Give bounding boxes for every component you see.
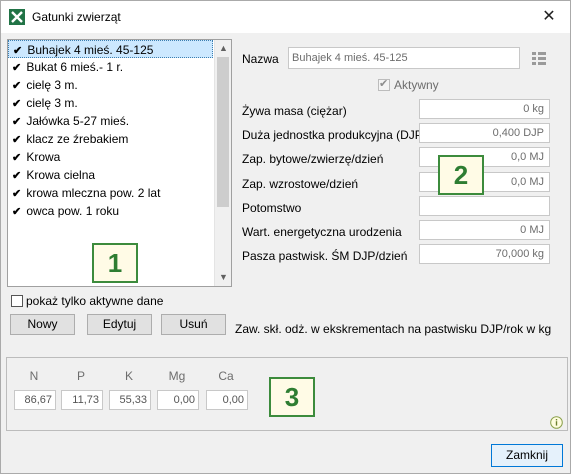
list-item[interactable]: ✔ Jałówka 5-27 mieś. — [8, 112, 213, 130]
check-icon: ✔ — [12, 134, 22, 146]
window-title: Gatunki zwierząt — [32, 10, 121, 24]
delete-button[interactable]: Usuń — [161, 314, 226, 335]
new-button[interactable]: Nowy — [10, 314, 75, 335]
list-item[interactable]: ✔ cielę 3 m. — [8, 76, 213, 94]
nutrient-value-mg[interactable]: 0,00 — [157, 390, 199, 410]
list-item[interactable]: ✔ Bukat 6 mieś.- 1 r. — [8, 58, 213, 76]
check-icon: ✔ — [12, 62, 22, 74]
nutrient-header-p: P — [76, 369, 85, 383]
offspring-label: Potomstwo — [242, 201, 302, 215]
list-item-label: krowa mleczna pow. 2 lat — [26, 186, 161, 200]
list-item[interactable]: ✔ klacz ze źrebakiem — [8, 130, 213, 148]
list-item[interactable]: ✔ owca pow. 1 roku — [8, 202, 213, 220]
list-item-label: Bukat 6 mieś.- 1 r. — [26, 60, 124, 74]
nutrient-value-p[interactable]: 11,73 — [61, 390, 103, 410]
djp-label: Duża jednostka produkcyjna (DJP) — [242, 128, 427, 142]
check-icon: ✔ — [12, 152, 22, 164]
scroll-up-icon[interactable]: ▲ — [215, 40, 232, 57]
pasture-feed-field[interactable]: 70,000 kg — [419, 244, 550, 264]
maintenance-need-label: Zap. bytowe/zwierzę/dzień — [242, 152, 384, 166]
list-scrollbar[interactable]: ▲ ▼ — [214, 40, 231, 286]
scroll-down-icon[interactable]: ▼ — [215, 269, 232, 286]
nutrient-value-n[interactable]: 86,67 — [14, 390, 56, 410]
list-item[interactable]: ✔ Krowa — [8, 148, 213, 166]
list-item[interactable]: ✔ Buhajek 4 mieś. 45-125 — [8, 40, 213, 58]
badge-1: 1 — [92, 243, 138, 283]
list-item[interactable]: ✔ cielę 3 m. — [8, 94, 213, 112]
live-weight-label: Żywa masa (ciężar) — [242, 104, 347, 118]
birth-energy-field[interactable]: 0 MJ — [419, 220, 550, 240]
name-field[interactable]: Buhajek 4 mieś. 45-125 — [288, 47, 520, 69]
list-item[interactable]: ✔ krowa mleczna pow. 2 lat — [8, 184, 213, 202]
badge-3: 3 — [269, 377, 315, 417]
excrement-note: Zaw. skł. odż. w ekskrementach na pastwi… — [235, 322, 552, 336]
list-item-label: Jałówka 5-27 mieś. — [26, 114, 130, 128]
check-icon: ✔ — [12, 170, 22, 182]
list-item-label: Krowa cielna — [26, 168, 96, 182]
check-icon: ✔ — [12, 188, 22, 200]
nutrient-value-ca[interactable]: 0,00 — [206, 390, 248, 410]
active-label: Aktywny — [394, 78, 439, 92]
list-item-label: Krowa — [26, 150, 61, 164]
nutrient-header-n: N — [29, 369, 39, 383]
list-item-label: Buhajek 4 mieś. 45-125 — [27, 43, 154, 57]
close-icon[interactable]: ✕ — [538, 6, 560, 28]
title-bar: Gatunki zwierząt ✕ — [1, 1, 570, 33]
list-item-label: owca pow. 1 roku — [26, 204, 120, 218]
scroll-thumb[interactable] — [217, 57, 229, 207]
live-weight-field[interactable]: 0 kg — [419, 99, 550, 119]
active-only-checkbox[interactable] — [11, 295, 23, 307]
pasture-feed-label: Pasza pastwisk. ŚM DJP/dzień — [242, 249, 408, 263]
name-label: Nazwa — [242, 52, 279, 66]
growth-need-label: Zap. wzrostowe/dzień — [242, 177, 359, 191]
edit-button[interactable]: Edytuj — [87, 314, 152, 335]
nutrient-value-k[interactable]: 55,33 — [109, 390, 151, 410]
nutrient-header-mg: Mg — [168, 369, 186, 383]
dialog-window: Gatunki zwierząt ✕ ✔ Buhajek 4 mieś. 45-… — [0, 0, 571, 474]
badge-2: 2 — [438, 155, 484, 195]
nutrient-header-k: K — [124, 369, 133, 383]
list-item-label: klacz ze źrebakiem — [26, 132, 129, 146]
birth-energy-label: Wart. energetyczna urodzenia — [242, 225, 402, 239]
list-item[interactable]: ✔ Krowa cielna — [8, 166, 213, 184]
check-icon: ✔ — [12, 98, 22, 110]
list-item-label: cielę 3 m. — [26, 96, 78, 110]
active-only-label: pokaż tylko aktywne dane — [26, 294, 164, 308]
list-options-icon[interactable] — [532, 51, 546, 65]
list-items: ✔ Buhajek 4 mieś. 45-125 ✔ Bukat 6 mieś.… — [8, 40, 213, 220]
djp-field[interactable]: 0,400 DJP — [419, 123, 550, 143]
active-checkbox-row: Aktywny — [378, 77, 439, 92]
info-icon[interactable] — [550, 416, 563, 429]
app-icon — [9, 9, 25, 25]
check-icon: ✔ — [12, 206, 22, 218]
check-icon: ✔ — [12, 80, 22, 92]
active-checkbox — [378, 77, 390, 91]
offspring-field[interactable] — [419, 196, 550, 216]
active-only-checkbox-row[interactable]: pokaż tylko aktywne dane — [11, 294, 163, 308]
check-icon: ✔ — [12, 116, 22, 128]
list-item-label: cielę 3 m. — [26, 78, 78, 92]
close-button[interactable]: Zamknij — [491, 444, 563, 467]
nutrient-header-ca: Ca — [218, 369, 234, 383]
